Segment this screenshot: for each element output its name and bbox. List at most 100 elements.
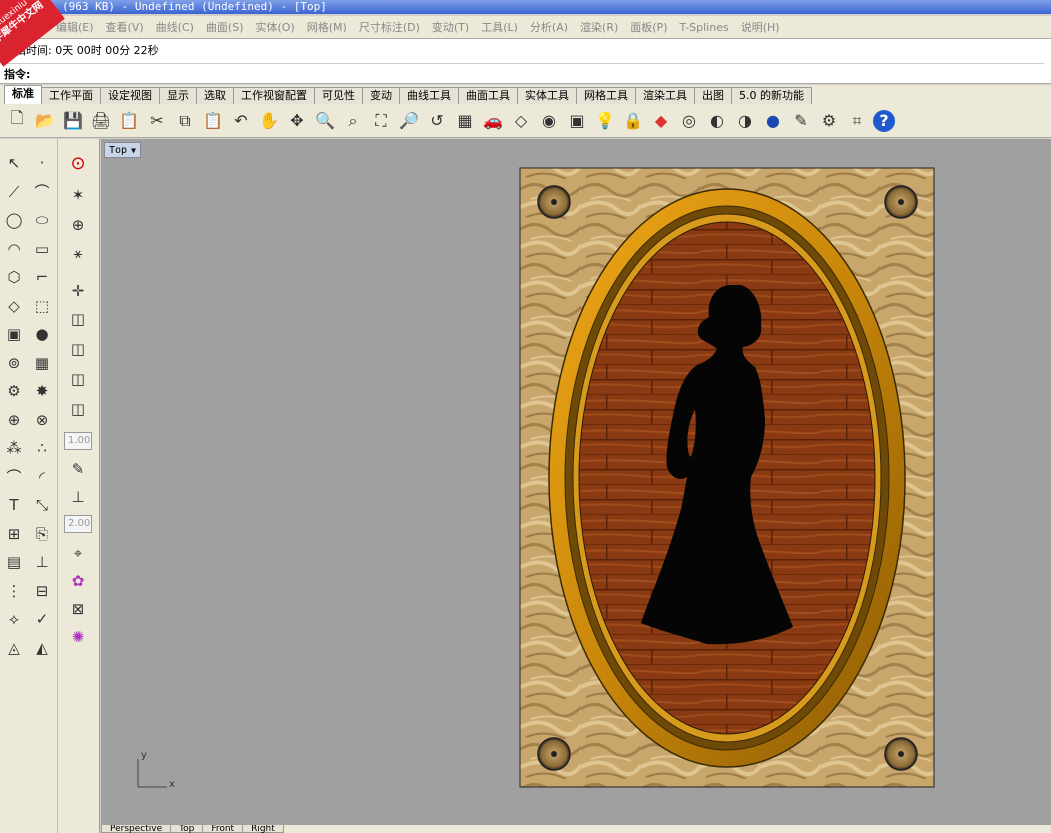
toolbar-tab[interactable]: 工作平面: [41, 87, 101, 104]
analyze-icon[interactable]: ◬: [2, 636, 26, 660]
box-icon[interactable]: ▣: [2, 322, 26, 346]
menu-item[interactable]: 说明(H): [741, 19, 780, 35]
gumball-icon[interactable]: ⚹: [66, 241, 90, 265]
sphere-icon[interactable]: ●: [30, 322, 54, 346]
menu-item[interactable]: 分析(A): [530, 19, 568, 35]
box-view-3-icon[interactable]: ◫: [66, 367, 90, 391]
four-viewports-icon[interactable]: ▦: [453, 109, 477, 133]
cut-icon[interactable]: ✂: [145, 109, 169, 133]
zoom-selected-icon[interactable]: 🔎: [397, 109, 421, 133]
transform-icon[interactable]: ✛: [66, 279, 90, 303]
menu-item[interactable]: 面板(P): [630, 19, 667, 35]
menu-item[interactable]: 变动(T): [432, 19, 469, 35]
osnap-icon[interactable]: ⊙: [66, 151, 90, 175]
edit-points-icon[interactable]: ⟡: [2, 607, 26, 631]
polygon-icon[interactable]: ⬡: [2, 265, 26, 289]
surface-corner-icon[interactable]: ◇: [2, 294, 26, 318]
toolbar-tab[interactable]: 设定视图: [100, 87, 160, 104]
layer-icon[interactable]: ◆: [649, 109, 673, 133]
gear-tool-icon[interactable]: ⚙: [2, 379, 26, 403]
gear-icon[interactable]: ⚙: [817, 109, 841, 133]
polyline-icon[interactable]: ⟋: [2, 180, 26, 204]
arc-icon[interactable]: ◠: [2, 237, 26, 261]
box-view-2-icon[interactable]: ◫: [66, 337, 90, 361]
toolbar-tab[interactable]: 标准: [4, 85, 42, 104]
pen-icon[interactable]: ✎: [789, 109, 813, 133]
menu-item[interactable]: 工具(L): [481, 19, 518, 35]
circle-icon[interactable]: ◯: [2, 208, 26, 232]
block-icon[interactable]: ▤: [2, 550, 26, 574]
toolbar-tab[interactable]: 出图: [694, 87, 732, 104]
blue-sphere-icon[interactable]: ●: [761, 109, 785, 133]
fillet-curve-icon[interactable]: ⌐: [30, 265, 54, 289]
side-value-field-1[interactable]: 1.00: [64, 432, 92, 450]
chamfer-icon[interactable]: ◜: [30, 465, 54, 489]
menu-item[interactable]: 查看(V): [106, 19, 144, 35]
ellipse-icon[interactable]: ⬭: [30, 208, 54, 232]
fillet-icon[interactable]: ⌒: [2, 465, 26, 489]
print-icon[interactable]: 🖨: [89, 109, 113, 133]
point-icon[interactable]: ·: [30, 151, 54, 175]
menu-item[interactable]: T-Splines: [679, 21, 728, 34]
align-icon[interactable]: ⊟: [30, 579, 54, 603]
toolbar-tab[interactable]: 实体工具: [517, 87, 577, 104]
shade-icon[interactable]: ◐: [705, 109, 729, 133]
viewport-tab[interactable]: Front: [202, 825, 244, 833]
toolbar-tab[interactable]: 工作视窗配置: [233, 87, 315, 104]
toolbar-tab[interactable]: 显示: [159, 87, 197, 104]
toolbar-tab[interactable]: 渲染工具: [635, 87, 695, 104]
menu-item[interactable]: 曲线(C): [156, 19, 194, 35]
toolbar-tab[interactable]: 曲面工具: [458, 87, 518, 104]
top-viewport[interactable]: Top ▼ y x: [101, 139, 1051, 825]
menu-item[interactable]: 曲面(S): [206, 19, 244, 35]
menu-item[interactable]: 网格(M): [307, 19, 347, 35]
move-icon[interactable]: ⊞: [2, 522, 26, 546]
undo-icon[interactable]: ↶: [229, 109, 253, 133]
pan-hand-icon[interactable]: ✋: [257, 109, 281, 133]
rectangle-icon[interactable]: ▭: [30, 237, 54, 261]
explode-icon[interactable]: ✸: [30, 379, 54, 403]
import-icon[interactable]: 📋: [117, 109, 141, 133]
toolbar-tab[interactable]: 5.0 的新功能: [731, 87, 812, 104]
car-icon[interactable]: 🚗: [481, 109, 505, 133]
color-wheel-icon[interactable]: ◎: [677, 109, 701, 133]
ortho-icon[interactable]: ⊥: [66, 485, 90, 509]
lock-icon[interactable]: 🔒: [621, 109, 645, 133]
settings-icon[interactable]: ✺: [66, 625, 90, 649]
menu-item[interactable]: 渲染(R): [580, 19, 618, 35]
text-icon[interactable]: T: [2, 493, 26, 517]
toolbar-tab[interactable]: 变动: [362, 87, 400, 104]
new-file-icon[interactable]: 🗋: [5, 108, 29, 133]
crop-icon[interactable]: ⌗: [845, 109, 869, 133]
viewport-tab[interactable]: Perspective: [101, 825, 172, 833]
palette-icon[interactable]: ✿: [66, 569, 90, 593]
copy-icon[interactable]: ⧉: [173, 109, 197, 133]
zoom-dynamic-icon[interactable]: 🔍: [313, 109, 337, 133]
undo-view-icon[interactable]: ↺: [425, 109, 449, 133]
select-arrow-icon[interactable]: ↖: [2, 151, 26, 175]
light-bulb-icon[interactable]: 💡: [593, 109, 617, 133]
check-icon[interactable]: ✓: [30, 607, 54, 631]
viewport-tab[interactable]: Top: [170, 825, 204, 833]
menu-item[interactable]: 尺寸标注(D): [359, 19, 420, 35]
help-icon[interactable]: ?: [873, 109, 895, 132]
ungroup-icon[interactable]: ∴: [30, 436, 54, 460]
save-icon[interactable]: 💾: [61, 109, 85, 133]
box-view-4-icon[interactable]: ◫: [66, 397, 90, 421]
curve-icon[interactable]: ⌒: [30, 180, 54, 204]
toolbar-tab[interactable]: 选取: [196, 87, 234, 104]
open-folder-icon[interactable]: 📂: [33, 109, 57, 133]
boolean-union-icon[interactable]: ⊕: [2, 408, 26, 432]
cylinder-icon[interactable]: ⊚: [2, 351, 26, 375]
copy-tool-icon[interactable]: ⎘: [30, 522, 54, 546]
plane-icon[interactable]: ◇: [509, 109, 533, 133]
toolbar-tab[interactable]: 网格工具: [576, 87, 636, 104]
boolean-split-icon[interactable]: ⊗: [30, 408, 54, 432]
zoom-extents-icon[interactable]: ⛶: [369, 109, 393, 133]
zoom-window-icon[interactable]: ⌕: [341, 109, 365, 133]
menu-item[interactable]: 编辑(E): [56, 19, 94, 35]
rotate-view-icon[interactable]: ✥: [285, 109, 309, 133]
side-value-field-2[interactable]: 2.00: [64, 515, 92, 533]
viewport-tab[interactable]: Right: [242, 825, 284, 833]
box-view-1-icon[interactable]: ◫: [66, 307, 90, 331]
